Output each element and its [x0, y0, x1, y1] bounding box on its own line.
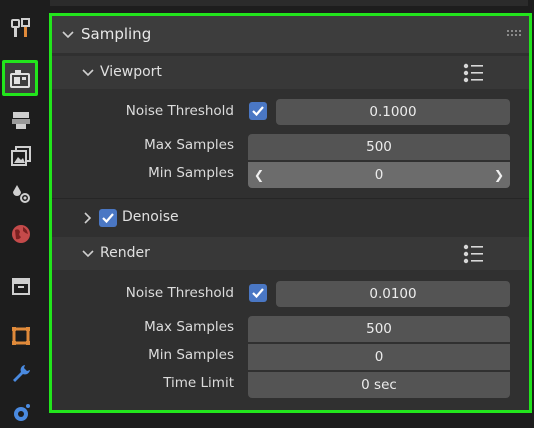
- modifier-tab[interactable]: [4, 358, 38, 390]
- separator: [52, 198, 529, 199]
- render-time-limit-value: 0 sec: [361, 377, 397, 393]
- properties-tab-strip: [0, 0, 42, 421]
- render-min-samples-field[interactable]: 0: [248, 344, 510, 370]
- tool-icon: [11, 18, 30, 37]
- chevron-right-icon: [84, 212, 92, 224]
- checkmark-icon: [102, 213, 114, 224]
- render-min-samples-value: 0: [374, 349, 384, 365]
- render-subpanel-header[interactable]: Render: [52, 237, 529, 270]
- particles-icon: [14, 404, 30, 421]
- render-icon: [10, 70, 30, 88]
- world-icon: [12, 225, 30, 243]
- viewport-max-samples-value: 500: [366, 139, 392, 155]
- collection-icon: [12, 278, 30, 295]
- output-tab[interactable]: [4, 104, 38, 136]
- render-max-samples-field[interactable]: 500: [248, 316, 510, 342]
- render-noise-threshold-label: Noise Threshold: [125, 285, 234, 301]
- viewport-subpanel-header[interactable]: Viewport: [52, 56, 529, 89]
- presets-list-icon[interactable]: [463, 244, 485, 264]
- chevron-down-icon: [62, 31, 74, 39]
- wrench-icon: [13, 365, 30, 382]
- viewport-noise-threshold-field[interactable]: 0.1000: [276, 99, 510, 125]
- viewport-noise-threshold-label: Noise Threshold: [125, 103, 234, 119]
- presets-list-icon[interactable]: [463, 63, 485, 83]
- scene-tab[interactable]: [4, 178, 38, 210]
- render-min-samples-label: Min Samples: [148, 347, 234, 363]
- checkmark-icon: [252, 288, 264, 299]
- viewport-max-samples-label: Max Samples: [144, 137, 234, 153]
- render-time-limit-field[interactable]: 0 sec: [248, 372, 510, 398]
- viewport-min-samples-label: Min Samples: [148, 165, 234, 181]
- viewport-min-samples-value: 0: [374, 167, 384, 183]
- panel-title: Sampling: [81, 25, 152, 43]
- image-icon: [11, 146, 31, 166]
- sampling-panel: Sampling Viewport Noise Threshold 0.1000: [49, 13, 532, 413]
- world-tab[interactable]: [4, 218, 38, 250]
- viewport-max-samples-field[interactable]: 500: [248, 134, 510, 160]
- viewport-min-samples-field[interactable]: ❮ 0 ❯: [248, 162, 510, 188]
- object-icon: [12, 327, 30, 345]
- checkmark-icon: [252, 106, 264, 117]
- decrement-arrow-icon[interactable]: ❮: [252, 162, 266, 188]
- render-time-limit-label: Time Limit: [163, 375, 234, 391]
- printer-icon: [12, 112, 30, 129]
- viewport-noise-threshold-value: 0.1000: [369, 104, 417, 120]
- render-max-samples-value: 500: [366, 321, 392, 337]
- collection-tab[interactable]: [4, 270, 38, 302]
- previous-panel-edge: [50, 0, 528, 6]
- render-noise-threshold-value: 0.0100: [369, 286, 417, 302]
- particles-tab[interactable]: [4, 396, 38, 428]
- denoise-subpanel-header[interactable]: Denoise: [52, 203, 529, 233]
- view-layer-tab[interactable]: [4, 140, 38, 172]
- viewport-noise-threshold-checkbox[interactable]: [249, 102, 267, 120]
- chevron-down-icon: [82, 69, 94, 77]
- increment-arrow-icon[interactable]: ❯: [492, 162, 506, 188]
- render-noise-threshold-field[interactable]: 0.0100: [276, 281, 510, 307]
- render-tab[interactable]: [2, 60, 38, 96]
- object-tab[interactable]: [4, 320, 38, 352]
- viewport-title: Viewport: [100, 64, 162, 80]
- sampling-panel-header[interactable]: Sampling: [52, 16, 529, 53]
- drag-grip-icon[interactable]: [507, 30, 521, 37]
- tool-tab[interactable]: [4, 12, 38, 44]
- render-max-samples-label: Max Samples: [144, 319, 234, 335]
- render-noise-threshold-checkbox[interactable]: [249, 284, 267, 302]
- denoise-checkbox[interactable]: [99, 209, 117, 227]
- render-title: Render: [100, 245, 150, 261]
- scene-icon: [13, 185, 30, 203]
- chevron-down-icon: [82, 250, 94, 258]
- denoise-label: Denoise: [122, 209, 179, 225]
